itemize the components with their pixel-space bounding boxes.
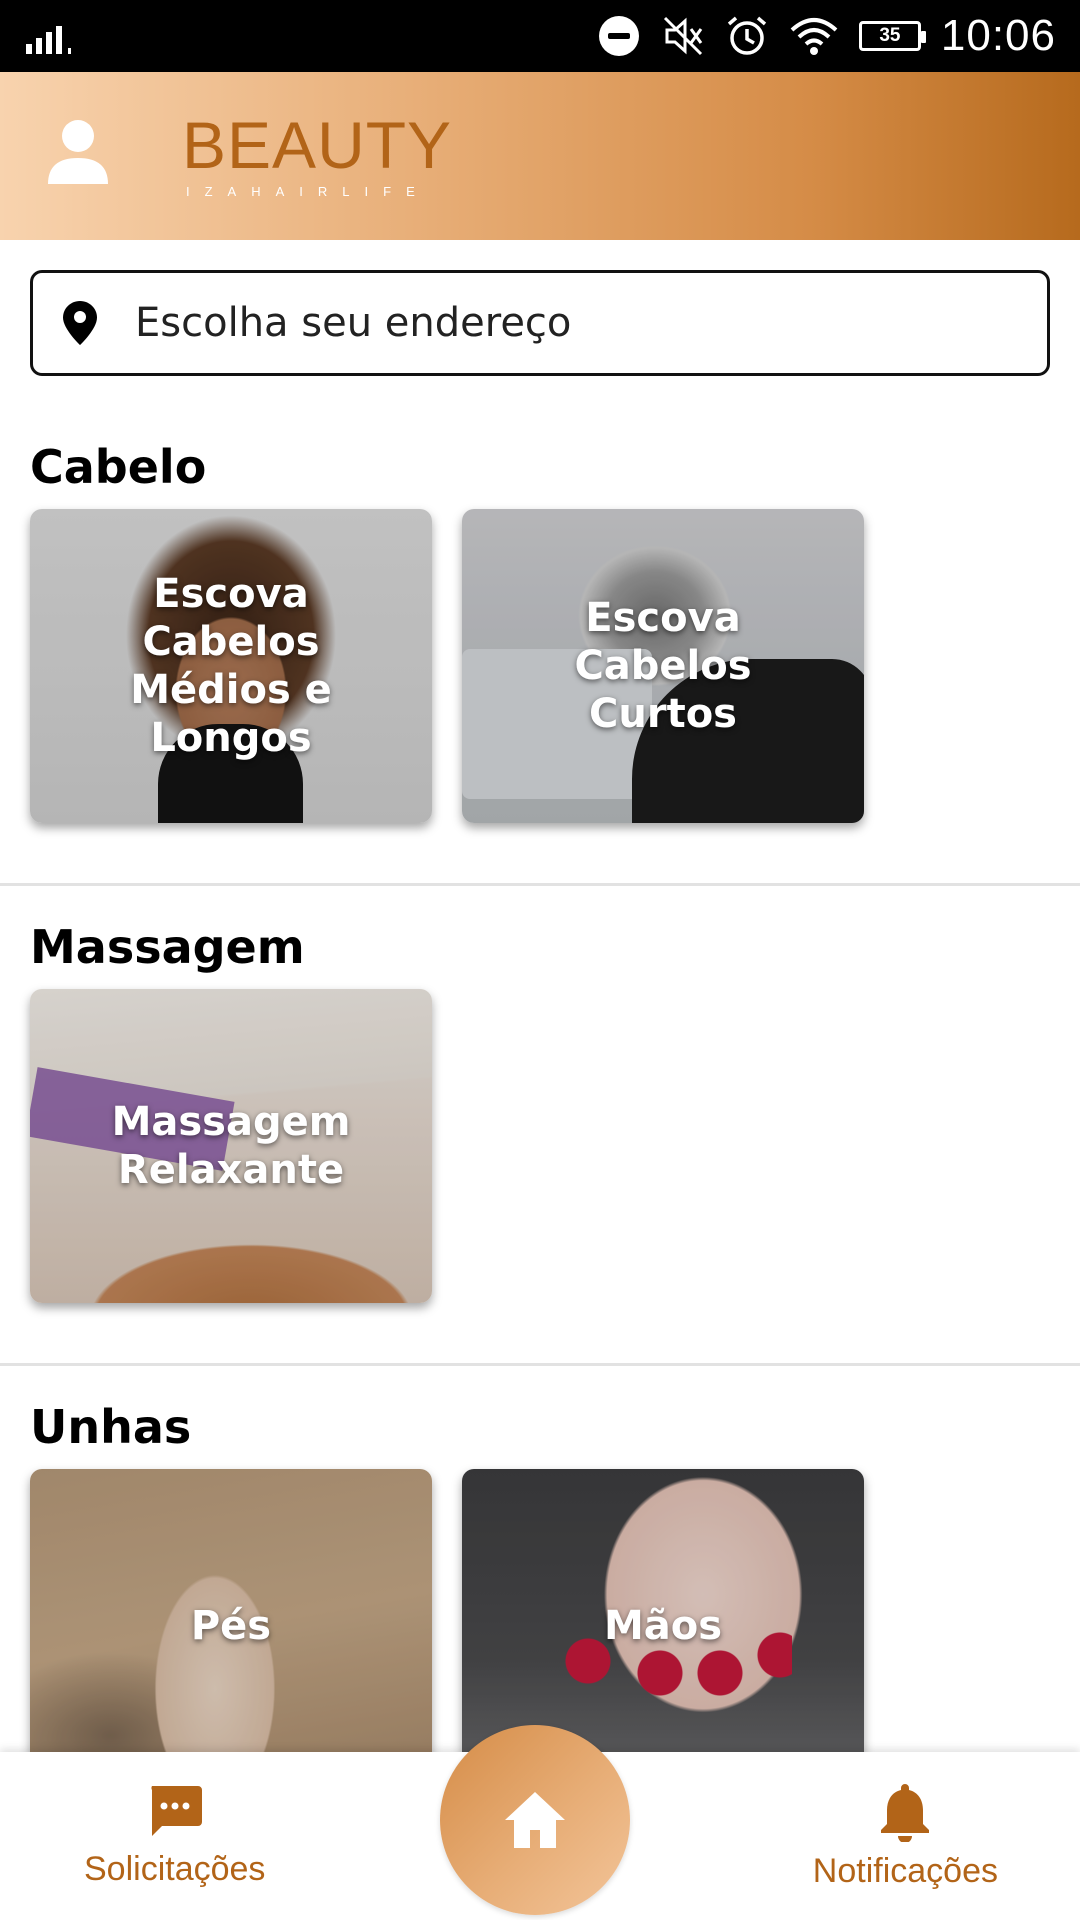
bell-icon — [881, 1784, 930, 1842]
nav-requests[interactable]: Solicitações — [84, 1782, 265, 1889]
location-pin-icon — [63, 301, 97, 345]
brand-logo: BEAUTY IZAHAIRLIFE — [182, 112, 452, 199]
clock: 10:06 — [940, 11, 1056, 60]
alarm-icon — [727, 16, 767, 55]
service-card-label: Massagem Relaxante — [111, 1099, 351, 1193]
profile-icon[interactable] — [40, 114, 116, 190]
address-placeholder: Escolha seu endereço — [135, 300, 572, 346]
service-card-pes[interactable]: Pés — [30, 1469, 432, 1783]
section-title-cabelo: Cabelo — [30, 440, 207, 494]
section-divider — [0, 1363, 1080, 1366]
address-picker[interactable]: Escolha seu endereço — [30, 270, 1050, 376]
logo-subtitle: IZAHAIRLIFE — [186, 184, 430, 199]
service-card-label: Escova Cabelos Médios e Longos — [130, 571, 332, 761]
wifi-icon — [790, 18, 838, 55]
battery-icon: 35 — [858, 21, 926, 51]
section-divider — [0, 883, 1080, 886]
home-icon — [505, 1792, 565, 1848]
status-bar: 35 10:06 — [0, 0, 1080, 72]
service-card-label: Pés — [190, 1603, 272, 1649]
home-button[interactable] — [440, 1725, 630, 1915]
app-header: BEAUTY IZAHAIRLIFE — [0, 72, 1080, 240]
service-card-escova-curtos[interactable]: Escova Cabelos Curtos — [462, 509, 864, 823]
service-card-massagem-relaxante[interactable]: Massagem Relaxante — [30, 989, 432, 1303]
service-card-escova-medios-longos[interactable]: Escova Cabelos Médios e Longos — [30, 509, 432, 823]
nav-notifications-label: Notificações — [812, 1852, 998, 1890]
chat-bubble-icon — [151, 1786, 202, 1836]
section-title-unhas: Unhas — [30, 1400, 192, 1454]
logo-title: BEAUTY — [182, 108, 453, 182]
nav-notifications[interactable]: Notificações — [813, 1782, 998, 1891]
nav-requests-label: Solicitações — [84, 1850, 266, 1888]
do-not-disturb-icon — [598, 16, 639, 56]
section-title-massagem: Massagem — [30, 920, 305, 974]
signal-icon — [26, 26, 71, 54]
service-card-label: Escova Cabelos Curtos — [574, 595, 752, 737]
mute-icon — [663, 16, 703, 56]
